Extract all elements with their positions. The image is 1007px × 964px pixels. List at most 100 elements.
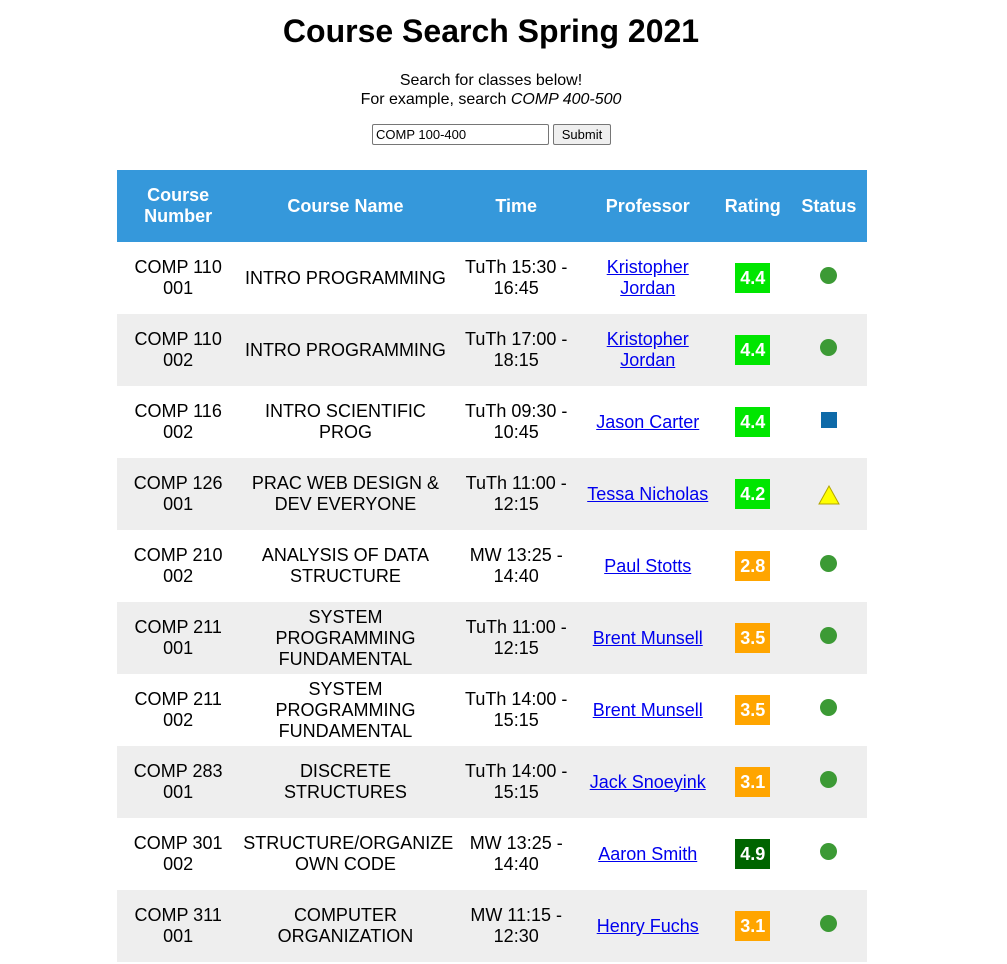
professor-link[interactable]: Brent Munsell (593, 700, 703, 720)
course-name-cell: SYSTEM PROGRAMMING FUNDAMENTAL (239, 674, 452, 746)
rating-cell: 4.4 (714, 386, 791, 458)
status-cell (790, 890, 867, 962)
status-cell (790, 314, 867, 386)
rating-badge: 3.5 (735, 623, 771, 653)
course-table: Course Number Course Name Time Professor… (117, 170, 867, 962)
intro-line-2-prefix: For example, search (360, 91, 511, 108)
rating-badge: 4.2 (735, 479, 771, 509)
rating-cell: 4.9 (714, 818, 791, 890)
search-input[interactable] (372, 124, 549, 145)
table-row: COMP 110 001 INTRO PROGRAMMING TuTh 15:30 … (117, 242, 867, 314)
table-row: COMP 311 001 COMPUTER ORGANIZATION MW 11:1… (117, 890, 867, 962)
professor-cell: Jack Snoeyink (580, 746, 715, 818)
rating-cell: 4.4 (714, 242, 791, 314)
status-circle-icon (820, 915, 838, 932)
status-triangle-icon (818, 484, 840, 505)
status-square-icon (820, 411, 837, 428)
professor-cell: Tessa Nicholas (580, 458, 715, 530)
rating-cell: 3.1 (714, 890, 791, 962)
time-cell: MW 13:25 - 14:40 (451, 530, 581, 602)
header-professor[interactable]: Professor (580, 170, 715, 242)
rating-cell: 3.5 (714, 674, 791, 746)
rating-badge: 3.1 (735, 767, 771, 797)
status-cell (790, 530, 867, 602)
time-cell: TuTh 15:30 - 16:45 (451, 242, 581, 314)
rating-badge: 4.4 (735, 335, 771, 365)
table-row: COMP 283 001 DISCRETE STRUCTURES TuTh 14:0… (117, 746, 867, 818)
intro-text: Search for classes below! For example, s… (0, 71, 982, 109)
table-body: COMP 110 001 INTRO PROGRAMMING TuTh 15:30 … (117, 242, 867, 962)
status-circle-icon (820, 267, 838, 284)
header-time[interactable]: Time (451, 170, 581, 242)
page: Course Search Spring 2021 Search for cla… (0, 0, 1007, 964)
header-course-name[interactable]: Course Name (239, 170, 452, 242)
status-circle-icon (820, 843, 838, 860)
professor-link[interactable]: Jason Carter (596, 412, 699, 432)
course-number-cell: COMP 211 001 (117, 602, 240, 674)
rating-cell: 3.1 (714, 746, 791, 818)
rating-cell: 3.5 (714, 602, 791, 674)
professor-cell: Henry Fuchs (580, 890, 715, 962)
rating-cell: 4.4 (714, 314, 791, 386)
search-form: Submit (372, 124, 611, 145)
course-number-cell: COMP 110 001 (117, 242, 240, 314)
time-cell: MW 13:25 - 14:40 (451, 818, 581, 890)
course-number-cell: COMP 283 001 (117, 746, 240, 818)
course-name-cell: SYSTEM PROGRAMMING FUNDAMENTAL (239, 602, 452, 674)
rating-badge: 3.5 (735, 695, 771, 725)
professor-link[interactable]: Paul Stotts (604, 556, 691, 576)
professor-cell: Aaron Smith (580, 818, 715, 890)
status-circle-icon (820, 339, 838, 356)
time-cell: TuTh 14:00 - 15:15 (451, 674, 581, 746)
header-rating[interactable]: Rating (714, 170, 791, 242)
table-row: COMP 126 001 PRAC WEB DESIGN & DEV EVERYO… (117, 458, 867, 530)
time-cell: TuTh 09:30 - 10:45 (451, 386, 581, 458)
professor-cell: Paul Stotts (580, 530, 715, 602)
course-number-cell: COMP 311 001 (117, 890, 240, 962)
course-name-cell: INTRO PROGRAMMING (239, 314, 452, 386)
course-name-cell: DISCRETE STRUCTURES (239, 746, 452, 818)
status-cell (790, 458, 867, 530)
rating-cell: 4.2 (714, 458, 791, 530)
table-header-row: Course Number Course Name Time Professor… (117, 170, 867, 242)
status-cell (790, 386, 867, 458)
professor-cell: Brent Munsell (580, 674, 715, 746)
rating-badge: 4.4 (735, 263, 771, 293)
professor-link[interactable]: Aaron Smith (598, 844, 697, 864)
professor-cell: Kristopher Jordan (580, 314, 715, 386)
course-name-cell: STRUCTURE/ORGANIZE OWN CODE (239, 818, 453, 890)
course-number-cell: COMP 110 002 (117, 314, 240, 386)
course-number-cell: COMP 301 002 (117, 818, 240, 890)
professor-link[interactable]: Kristopher Jordan (607, 257, 689, 298)
header-status[interactable]: Status (790, 170, 867, 242)
professor-cell: Jason Carter (580, 386, 715, 458)
intro-line-1: Search for classes below! (399, 72, 583, 89)
table-row: COMP 110 002 INTRO PROGRAMMING TuTh 17:00 … (117, 314, 867, 386)
header-course-number[interactable]: Course Number (117, 170, 240, 242)
status-cell (790, 674, 867, 746)
course-number-cell: COMP 116 002 (117, 386, 240, 458)
rating-badge: 4.4 (735, 407, 771, 437)
intro-example-query: COMP 400-500 (510, 91, 622, 108)
course-name-cell: INTRO SCIENTIFIC PROG (239, 386, 452, 458)
table-row: COMP 211 002 SYSTEM PROGRAMMING FUNDAMENT… (117, 674, 867, 746)
status-cell (790, 746, 867, 818)
course-name-cell: PRAC WEB DESIGN & DEV EVERYONE (239, 458, 452, 530)
professor-link[interactable]: Jack Snoeyink (590, 772, 706, 792)
rating-badge: 4.9 (735, 839, 771, 869)
page-title: Course Search Spring 2021 (282, 13, 700, 49)
course-number-cell: COMP 210 002 (117, 530, 240, 602)
professor-link[interactable]: Tessa Nicholas (587, 484, 708, 504)
professor-link[interactable]: Brent Munsell (593, 628, 703, 648)
course-number-cell: COMP 126 001 (117, 458, 240, 530)
course-name-cell: INTRO PROGRAMMING (239, 242, 452, 314)
status-cell (790, 602, 867, 674)
table-header: Course Number Course Name Time Professor… (117, 170, 867, 242)
status-circle-icon (820, 699, 838, 716)
rating-cell: 2.8 (714, 530, 791, 602)
course-name-cell: ANALYSIS OF DATA STRUCTURE (239, 530, 452, 602)
professor-link[interactable]: Henry Fuchs (597, 916, 699, 936)
professor-link[interactable]: Kristopher Jordan (607, 329, 689, 370)
submit-button[interactable]: Submit (553, 124, 611, 145)
rating-badge: 3.1 (735, 911, 771, 941)
